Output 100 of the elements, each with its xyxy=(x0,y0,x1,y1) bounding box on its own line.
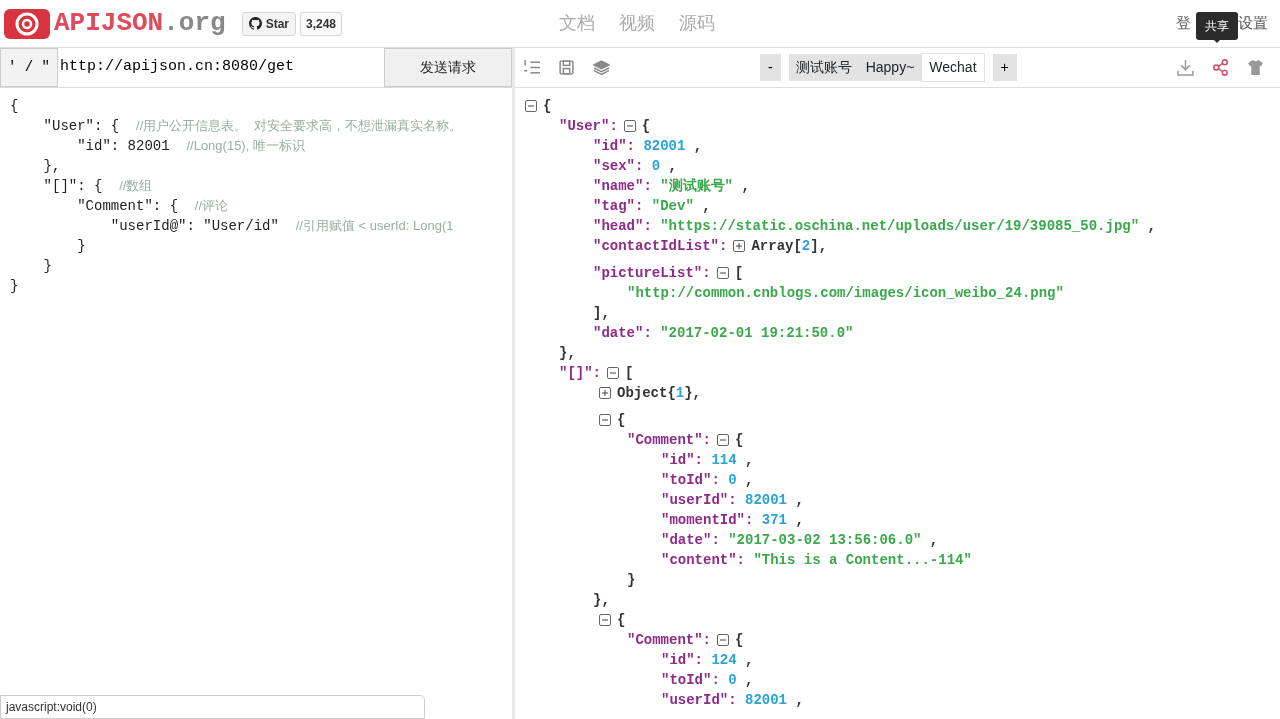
json-value: 82001 xyxy=(745,491,788,510)
add-account-button[interactable]: + xyxy=(992,54,1017,81)
shirt-icon[interactable] xyxy=(1247,59,1264,76)
account-tab[interactable]: Happy~ xyxy=(858,54,922,81)
close-bracket: } xyxy=(627,571,636,590)
account-tab[interactable]: 测试账号 xyxy=(788,54,859,81)
json-value: 114 xyxy=(711,451,737,470)
send-button[interactable]: 发送请求 xyxy=(384,48,512,87)
json-key: "toId": xyxy=(661,470,720,490)
comma: , xyxy=(740,177,750,196)
json-value: 0 xyxy=(728,671,737,690)
json-key: "date": xyxy=(661,530,720,550)
code-comment: //引用赋值 < userId: Long(1 xyxy=(295,218,454,233)
status-bar: javascript:void(0) xyxy=(0,695,425,719)
open-bracket: { xyxy=(617,411,626,430)
json-value: 0 xyxy=(728,471,737,490)
json-key: "momentId": xyxy=(661,510,754,530)
comma: , xyxy=(744,651,754,670)
save-icon[interactable] xyxy=(558,59,575,76)
code-comment: //数组 xyxy=(119,178,153,193)
code-line: { xyxy=(10,97,20,116)
item-count: 2 xyxy=(801,237,811,256)
expand-icon[interactable] xyxy=(599,387,611,399)
json-key: "tag": xyxy=(593,196,644,216)
comma: , xyxy=(744,451,754,470)
json-value: "测试账号" xyxy=(660,177,733,196)
json-key: "Comment": xyxy=(627,430,711,450)
code-comment: //评论 xyxy=(194,198,229,213)
list-icon[interactable] xyxy=(523,59,540,76)
code-line: } xyxy=(76,237,87,256)
json-value: 82001 xyxy=(643,137,686,156)
github-star-button[interactable]: Star xyxy=(241,11,296,36)
collapse-icon[interactable] xyxy=(607,367,619,379)
comma: , xyxy=(794,691,804,710)
json-key: "content": xyxy=(661,550,745,570)
open-bracket: [ xyxy=(625,364,634,383)
collapse-icon[interactable] xyxy=(599,414,611,426)
collapsed-label: Array[ xyxy=(751,237,802,256)
comma: , xyxy=(701,197,711,216)
account-tab[interactable]: Wechat xyxy=(921,53,985,82)
collapsed-label-end: }, xyxy=(684,384,702,403)
remove-account-button[interactable]: - xyxy=(760,54,781,81)
json-key: "userId": xyxy=(661,690,737,710)
code-text: "Comment": { xyxy=(76,198,180,214)
quote-toggle-button[interactable]: ' / " xyxy=(0,48,58,87)
json-key: "id": xyxy=(661,450,703,470)
collapse-icon[interactable] xyxy=(717,434,729,446)
comma: , xyxy=(928,531,939,550)
json-value: 124 xyxy=(711,651,737,670)
json-key: "name": xyxy=(593,176,652,196)
open-bracket: { xyxy=(735,631,744,650)
close-bracket: ], xyxy=(593,304,610,323)
item-count: 1 xyxy=(675,384,685,403)
json-key: "sex": xyxy=(593,156,644,176)
code-text: "userId@": "User/id" xyxy=(109,218,280,234)
comma: , xyxy=(794,511,804,530)
collapse-icon[interactable] xyxy=(599,614,611,626)
download-icon[interactable] xyxy=(1177,59,1194,76)
share-icon[interactable] xyxy=(1212,59,1229,76)
collapse-icon[interactable] xyxy=(623,120,636,132)
code-text: "User": { xyxy=(42,118,121,134)
collapse-icon[interactable] xyxy=(716,267,729,279)
logo-suffix: .org xyxy=(163,7,226,40)
json-value: "2017-03-02 13:56:06.0" xyxy=(728,531,922,550)
json-key: "id": xyxy=(661,650,703,670)
comma: , xyxy=(667,157,678,176)
json-value: "Dev" xyxy=(651,197,694,216)
collapse-icon[interactable] xyxy=(717,634,729,646)
layers-icon[interactable] xyxy=(593,59,610,76)
close-bracket: }, xyxy=(559,344,576,363)
code-line: } xyxy=(42,257,53,276)
json-value: "http://common.cnblogs.com/images/icon_weibo_24.png" xyxy=(627,284,1064,303)
open-bracket: { xyxy=(543,97,552,116)
logo-icon xyxy=(4,8,50,39)
close-bracket: }, xyxy=(593,591,610,610)
json-key: "contactIdList": xyxy=(593,236,728,256)
collapsed-label: Object{ xyxy=(617,384,676,403)
json-value: 371 xyxy=(761,511,788,530)
comma: , xyxy=(1146,217,1156,236)
collapse-icon[interactable] xyxy=(525,100,537,112)
open-bracket: { xyxy=(617,611,626,630)
expand-icon[interactable] xyxy=(733,240,746,252)
json-value: "https://static.oschina.net/uploads/user/19/39085_50.jpg" xyxy=(660,217,1140,236)
json-key: "[]": xyxy=(559,363,601,383)
tooltip: 共享 xyxy=(1196,12,1238,40)
star-count: 3,248 xyxy=(300,11,342,36)
code-line: }, xyxy=(42,157,62,176)
comma: , xyxy=(692,137,703,156)
comma: , xyxy=(794,491,804,510)
json-key: "head": xyxy=(593,216,652,236)
open-bracket: { xyxy=(641,117,651,136)
json-key: "pictureList": xyxy=(593,263,711,283)
header-link[interactable]: 设置 xyxy=(1238,12,1268,35)
json-value: 0 xyxy=(651,157,661,176)
collapsed-label-end: ], xyxy=(810,237,828,256)
logo-text: APIJSON xyxy=(54,7,164,40)
github-icon xyxy=(248,17,262,30)
header-link[interactable]: 登 xyxy=(1176,12,1191,35)
open-bracket: { xyxy=(735,431,744,450)
json-key: "id": xyxy=(593,136,635,156)
